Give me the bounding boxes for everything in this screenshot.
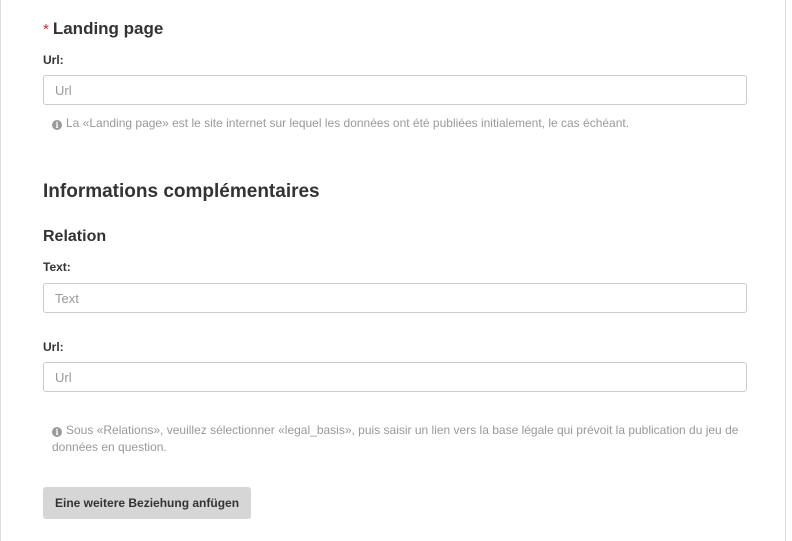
- relation-help-text: Sous «Relations», veuillez sélectionner …: [52, 423, 739, 454]
- additional-info-heading: Informations complémentaires: [43, 181, 320, 202]
- landing-url-input[interactable]: [43, 75, 747, 105]
- relation-help: i Sous «Relations», veuillez sélectionner…: [52, 422, 742, 456]
- relation-heading: Relation: [43, 228, 107, 245]
- info-icon: i: [52, 427, 62, 437]
- relation-text-input[interactable]: [43, 283, 747, 313]
- add-relation-button[interactable]: Eine weitere Beziehung anfügen: [43, 487, 252, 519]
- landing-url-label: Url:: [43, 53, 64, 67]
- landing-help-text: La «Landing page» est le site internet s…: [66, 116, 630, 130]
- landing-page-title: * Landing page: [43, 19, 163, 39]
- landing-help: i La «Landing page» est le site internet …: [52, 115, 742, 132]
- form-panel: *Landing page Url: i La «Landing page» es…: [0, 0, 786, 541]
- landing-page-title-text: Landing page: [52, 19, 164, 38]
- relation-url-input[interactable]: [43, 362, 747, 392]
- relation-url-label: Url:: [43, 340, 64, 354]
- info-icon: i: [52, 120, 62, 130]
- relation-text-label: Text:: [43, 260, 71, 274]
- required-marker: *: [43, 21, 49, 38]
